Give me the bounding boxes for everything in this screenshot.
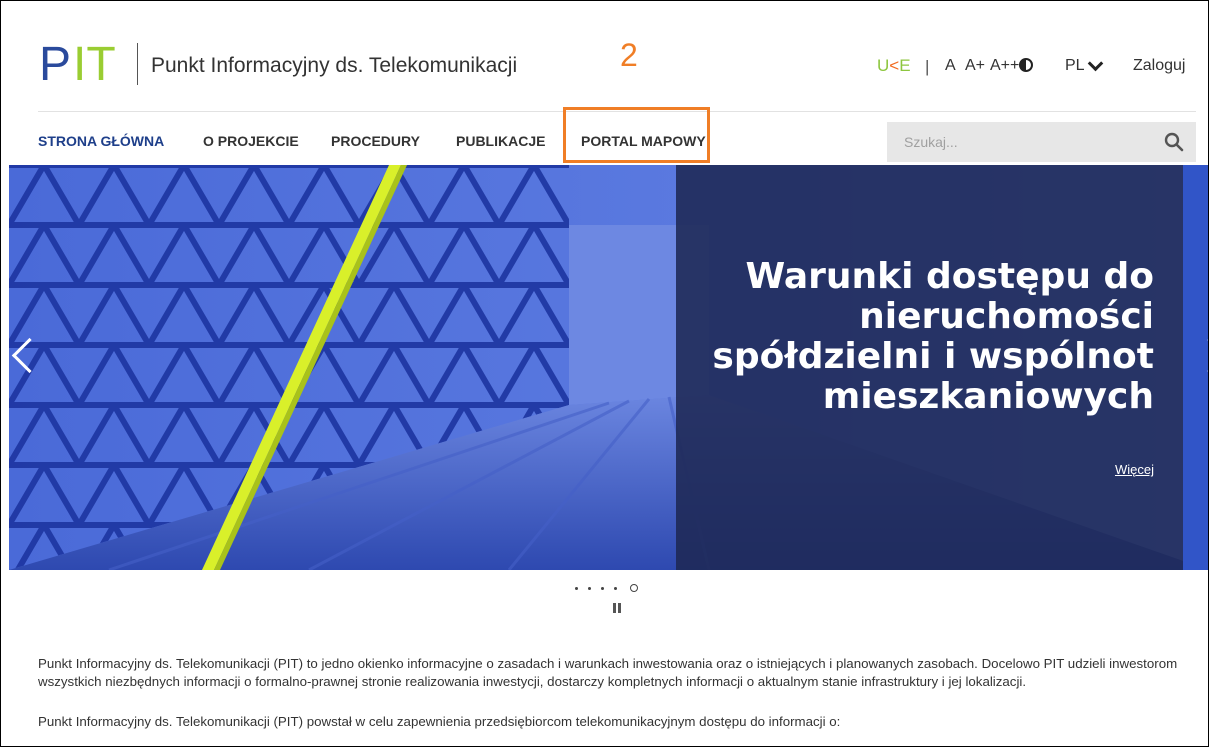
logo-letter-p: P bbox=[39, 38, 72, 91]
intro-paragraph: Punkt Informacyjny ds. Telekomunikacji (… bbox=[38, 656, 1178, 689]
nav-o-projekcie[interactable]: O PROJEKCIE bbox=[203, 133, 299, 149]
contrast-icon[interactable] bbox=[1019, 58, 1033, 72]
font-size-normal[interactable]: A bbox=[945, 57, 956, 75]
nav-strona-glowna[interactable]: STRONA GŁÓWNA bbox=[38, 133, 164, 149]
chevron-down-icon[interactable] bbox=[1087, 55, 1104, 72]
login-link[interactable]: Zaloguj bbox=[1133, 57, 1185, 75]
search-icon[interactable] bbox=[1164, 132, 1184, 152]
page-frame: P IT Punkt Informacyjny ds. Telekomunikac… bbox=[0, 0, 1209, 747]
site-header: P IT Punkt Informacyjny ds. Telekomunikac… bbox=[1, 1, 1208, 111]
carousel-dot[interactable] bbox=[588, 586, 591, 590]
language-selector[interactable]: PL bbox=[1065, 57, 1085, 75]
carousel-dot-active[interactable] bbox=[630, 584, 638, 592]
carousel-dot[interactable] bbox=[614, 586, 617, 590]
carousel-dot[interactable] bbox=[601, 586, 604, 590]
carousel-indicators bbox=[575, 580, 638, 596]
purpose-paragraph: Punkt Informacyjny ds. Telekomunikacji (… bbox=[38, 714, 841, 729]
uke-logo[interactable]: U<E bbox=[877, 56, 911, 76]
logo-letters-it: IT bbox=[73, 38, 116, 91]
pit-logo[interactable]: P IT bbox=[39, 39, 116, 91]
carousel-dot[interactable] bbox=[575, 586, 578, 590]
pause-icon[interactable] bbox=[613, 603, 621, 613]
font-size-large[interactable]: A+ bbox=[965, 57, 985, 75]
nav-publikacje[interactable]: PUBLIKACJE bbox=[456, 133, 545, 149]
more-link[interactable]: Więcej bbox=[1115, 462, 1154, 477]
site-title: Punkt Informacyjny ds. Telekomunikacji bbox=[151, 54, 518, 77]
nav-procedury[interactable]: PROCEDURY bbox=[331, 133, 420, 149]
font-size-xlarge[interactable]: A++ bbox=[990, 57, 1019, 75]
search-input[interactable] bbox=[887, 122, 1147, 162]
search-box bbox=[887, 122, 1196, 162]
utility-separator: | bbox=[925, 57, 930, 76]
slide-title: Warunki dostępu do nieruchomości spółdzi… bbox=[712, 256, 1154, 417]
logo-divider bbox=[137, 43, 138, 85]
portal-mapowy-highlight bbox=[563, 107, 710, 163]
hero-carousel: Warunki dostępu do nieruchomości spółdzi… bbox=[9, 165, 1208, 570]
annotation-number: 2 bbox=[620, 37, 638, 73]
